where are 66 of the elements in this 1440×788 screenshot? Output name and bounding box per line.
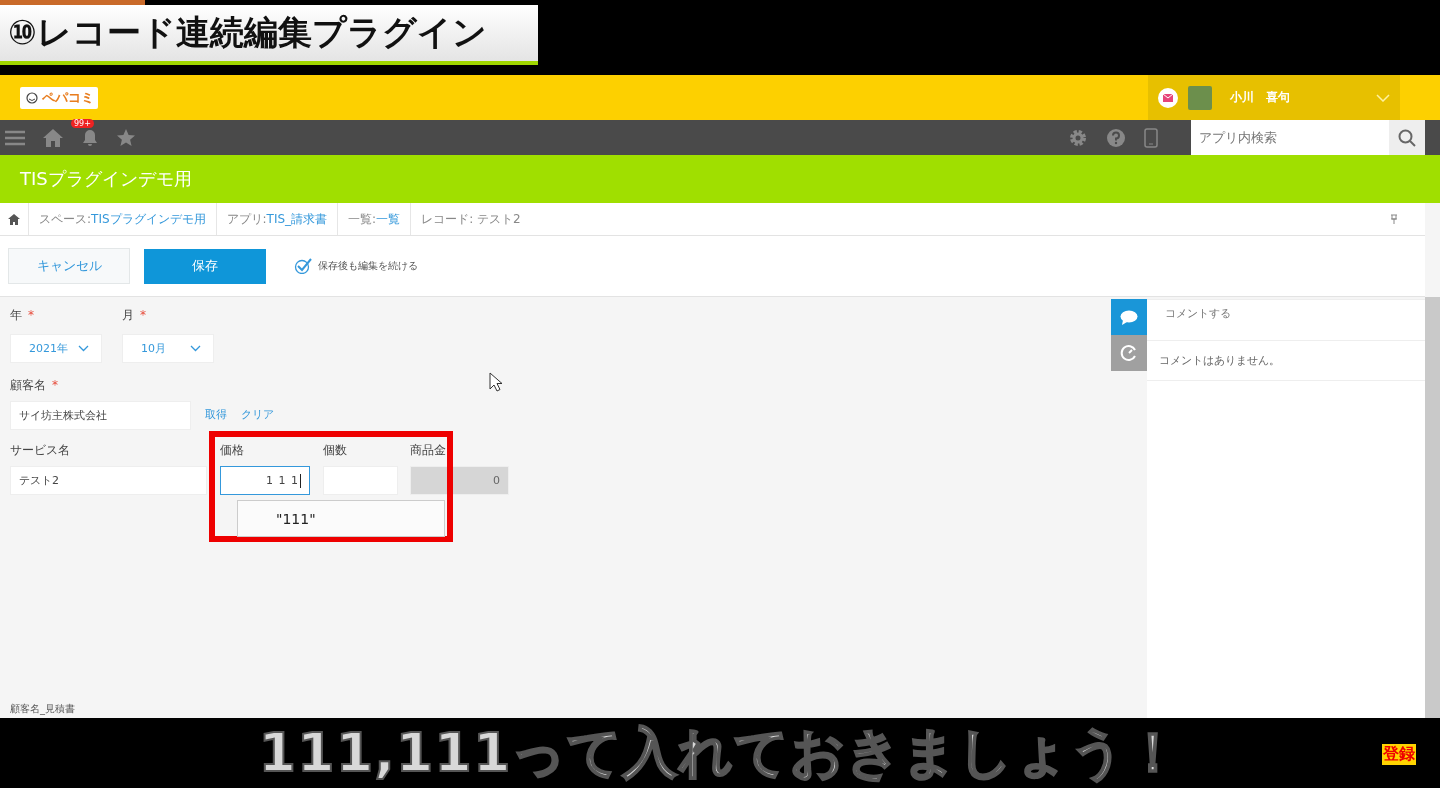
breadcrumb-link[interactable]: 一覧 xyxy=(376,210,401,228)
bell-icon[interactable] xyxy=(81,128,99,147)
home-icon[interactable] xyxy=(8,213,20,225)
scrollbar[interactable] xyxy=(1425,297,1440,718)
user-name: 小川 喜句 xyxy=(1230,89,1290,106)
select-value: 10月 xyxy=(141,341,166,356)
video-title: ⑩レコード連続編集プラグイン xyxy=(8,11,487,54)
breadcrumb-link[interactable]: TISプラグインデモ用 xyxy=(91,210,206,228)
space-title: TISプラグインデモ用 xyxy=(20,167,192,191)
field-label: 個数 xyxy=(323,442,347,459)
search-button[interactable] xyxy=(1389,120,1425,155)
app-logo[interactable]: ペパコミ xyxy=(20,86,98,109)
breadcrumb-link[interactable]: TIS_請求書 xyxy=(266,210,328,228)
action-link[interactable]: クリア xyxy=(241,407,274,422)
settings-icon[interactable] xyxy=(1068,127,1088,148)
field-label: サービス名 xyxy=(10,442,70,459)
chevron-down-icon xyxy=(190,345,201,352)
mobile-icon[interactable] xyxy=(1144,127,1158,148)
action-link[interactable]: 取得 xyxy=(205,407,227,422)
service-name-field[interactable]: テスト2 xyxy=(10,466,207,495)
required-mark: * xyxy=(140,308,146,322)
breadcrumb-label: アプリ: xyxy=(226,210,267,228)
mouse-cursor-icon xyxy=(489,372,503,392)
pin-icon[interactable] xyxy=(1391,214,1397,224)
notification-badge: 99+ xyxy=(71,118,94,128)
speech-bubble-icon xyxy=(1120,309,1138,325)
comment-field[interactable]: コメントする xyxy=(1147,299,1425,341)
field-label: 商品金 xyxy=(410,442,446,459)
subscribe-badge[interactable]: 登録 xyxy=(1382,744,1416,765)
subtitle-caption: 111,111って入れておきましょう！ xyxy=(258,719,1182,786)
menu-icon[interactable] xyxy=(5,129,25,146)
required-mark: * xyxy=(52,378,58,392)
checkbox-checked-icon[interactable] xyxy=(294,258,312,274)
select-value: 2021年 xyxy=(29,341,68,356)
user-menu[interactable]: 小川 喜句 xyxy=(1148,75,1400,120)
history-tab[interactable] xyxy=(1111,335,1147,371)
autocomplete-menu[interactable]: "111" xyxy=(237,500,445,537)
amount-field: 0 xyxy=(410,466,509,495)
checkbox-label: 保存後も編集を続ける xyxy=(318,259,418,273)
price-field[interactable]: 1 1 1 xyxy=(220,466,310,495)
chevron-down-icon xyxy=(78,345,89,352)
smiley-icon xyxy=(24,91,40,104)
required-mark: * xyxy=(28,308,34,322)
field-label: 顧客名 xyxy=(10,378,46,392)
avatar-photo xyxy=(1188,85,1212,110)
month-select[interactable]: 10月 xyxy=(122,334,214,363)
field-label: 価格 xyxy=(220,442,244,459)
history-icon xyxy=(1120,344,1138,362)
year-select[interactable]: 2021年 xyxy=(10,334,102,363)
field-label: 月 xyxy=(122,308,134,322)
field-label: 年 xyxy=(10,308,22,322)
chevron-down-icon xyxy=(1376,93,1390,102)
search-icon xyxy=(1398,128,1416,147)
field-label: 顧客名_見積書 xyxy=(10,702,76,716)
logo-text: ペパコミ xyxy=(42,88,94,107)
cancel-button[interactable]: キャンセル xyxy=(8,248,130,284)
star-icon[interactable] xyxy=(117,128,135,147)
breadcrumb-label: レコード: テスト2 xyxy=(421,210,521,228)
save-button[interactable]: 保存 xyxy=(144,248,266,284)
envelope-icon xyxy=(1163,93,1173,102)
help-icon[interactable] xyxy=(1106,127,1126,148)
mail-icon[interactable] xyxy=(1158,87,1178,108)
breadcrumb-label: スペース: xyxy=(39,210,92,228)
comment-tab[interactable] xyxy=(1111,299,1147,335)
customer-name-field[interactable]: サイ坊主株式会社 xyxy=(10,401,191,430)
breadcrumb-label: 一覧: xyxy=(348,210,377,228)
